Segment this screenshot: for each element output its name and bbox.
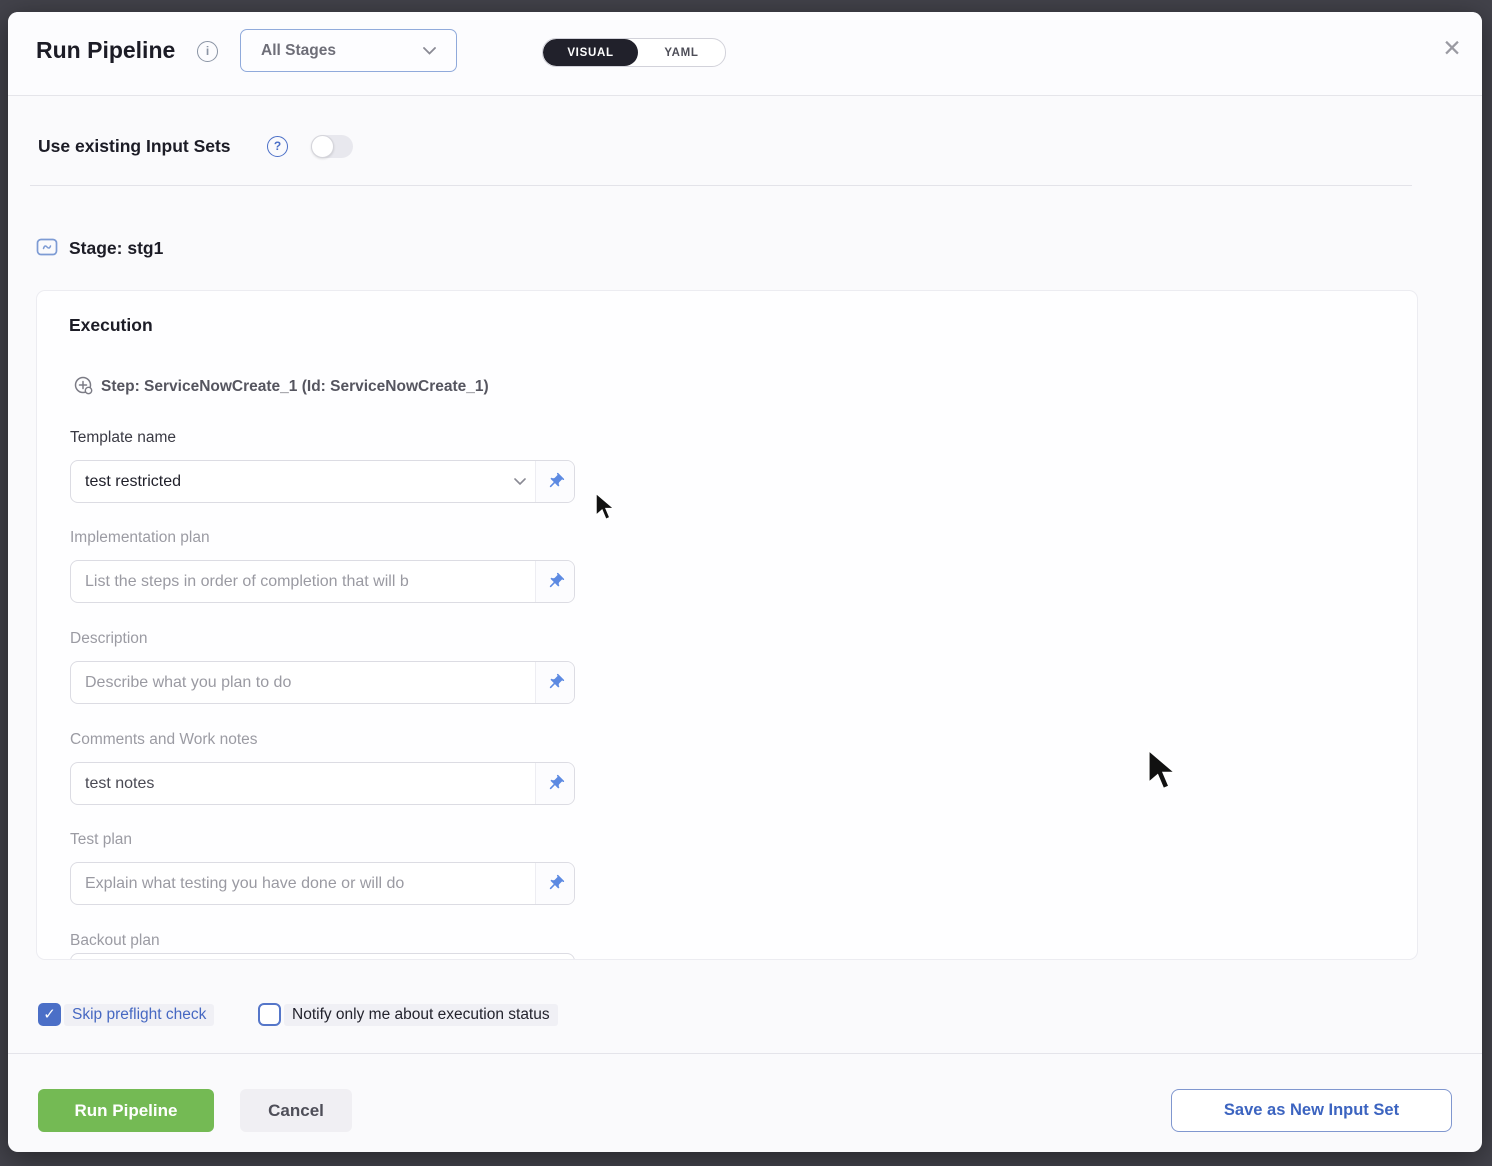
implementation-plan-input[interactable]: List the steps in order of completion th…: [70, 560, 575, 603]
divider: [30, 185, 1412, 186]
pin-icon[interactable]: [535, 763, 574, 804]
step-icon: [73, 375, 95, 402]
chevron-down-icon: [505, 478, 535, 486]
implementation-plan-placeholder: List the steps in order of completion th…: [71, 573, 535, 591]
pin-icon[interactable]: [535, 461, 574, 502]
footer-divider: [8, 1053, 1482, 1054]
skip-preflight-label[interactable]: Skip preflight check: [64, 1004, 214, 1026]
stage-name: Stage: stg1: [69, 238, 163, 259]
section-title: Execution: [69, 315, 153, 336]
comments-input[interactable]: test notes: [70, 762, 575, 805]
description-input[interactable]: Describe what you plan to do: [70, 661, 575, 704]
run-pipeline-button[interactable]: Run Pipeline: [38, 1089, 214, 1132]
save-as-input-set-button[interactable]: Save as New Input Set: [1171, 1089, 1452, 1132]
description-placeholder: Describe what you plan to do: [71, 674, 535, 692]
close-icon[interactable]: ✕: [1436, 32, 1468, 64]
field-label-backout-plan: Backout plan: [70, 932, 160, 950]
info-icon[interactable]: i: [197, 41, 218, 62]
step-name: Step: ServiceNowCreate_1 (Id: ServiceNow…: [101, 378, 489, 396]
stage-filter-value: All Stages: [261, 42, 336, 60]
comments-value: test notes: [71, 775, 535, 793]
pin-icon[interactable]: [535, 561, 574, 602]
notify-me-checkbox[interactable]: [258, 1003, 281, 1026]
stage-filter-select[interactable]: All Stages: [240, 29, 457, 72]
stage-icon: [35, 235, 59, 264]
toggle-knob: [311, 135, 334, 158]
skip-preflight-checkbox[interactable]: ✓: [38, 1003, 61, 1026]
field-label-comments: Comments and Work notes: [70, 731, 258, 749]
template-name-select[interactable]: test restricted: [70, 460, 575, 503]
run-pipeline-dialog: Run Pipeline i All Stages VISUAL YAML ✕ …: [8, 12, 1482, 1152]
cancel-button[interactable]: Cancel: [240, 1089, 352, 1132]
tab-yaml[interactable]: YAML: [638, 39, 725, 66]
dialog-header: Run Pipeline i All Stages VISUAL YAML ✕: [8, 12, 1482, 96]
test-plan-placeholder: Explain what testing you have done or wi…: [71, 875, 535, 893]
backout-plan-input[interactable]: [70, 953, 575, 960]
input-sets-toggle[interactable]: [311, 135, 353, 158]
template-name-value: test restricted: [71, 473, 505, 491]
screen: { "header": { "title": "Run Pipeline", "…: [0, 0, 1492, 1166]
execution-card: Execution Step: ServiceNowCreate_1 (Id: …: [36, 290, 1418, 960]
field-label-description: Description: [70, 630, 148, 648]
field-label-test-plan: Test plan: [70, 831, 132, 849]
page-title: Run Pipeline: [36, 37, 175, 64]
chevron-down-icon: [423, 47, 436, 55]
help-icon[interactable]: ?: [267, 136, 288, 157]
notify-me-label[interactable]: Notify only me about execution status: [284, 1004, 558, 1026]
view-mode-toggle: VISUAL YAML: [542, 38, 726, 67]
pin-icon[interactable]: [535, 863, 574, 904]
field-label-template-name: Template name: [70, 429, 176, 447]
test-plan-input[interactable]: Explain what testing you have done or wi…: [70, 862, 575, 905]
pin-icon[interactable]: [535, 662, 574, 703]
use-existing-input-sets-label: Use existing Input Sets: [38, 136, 231, 157]
field-label-implementation-plan: Implementation plan: [70, 529, 210, 547]
tab-visual[interactable]: VISUAL: [543, 39, 638, 66]
